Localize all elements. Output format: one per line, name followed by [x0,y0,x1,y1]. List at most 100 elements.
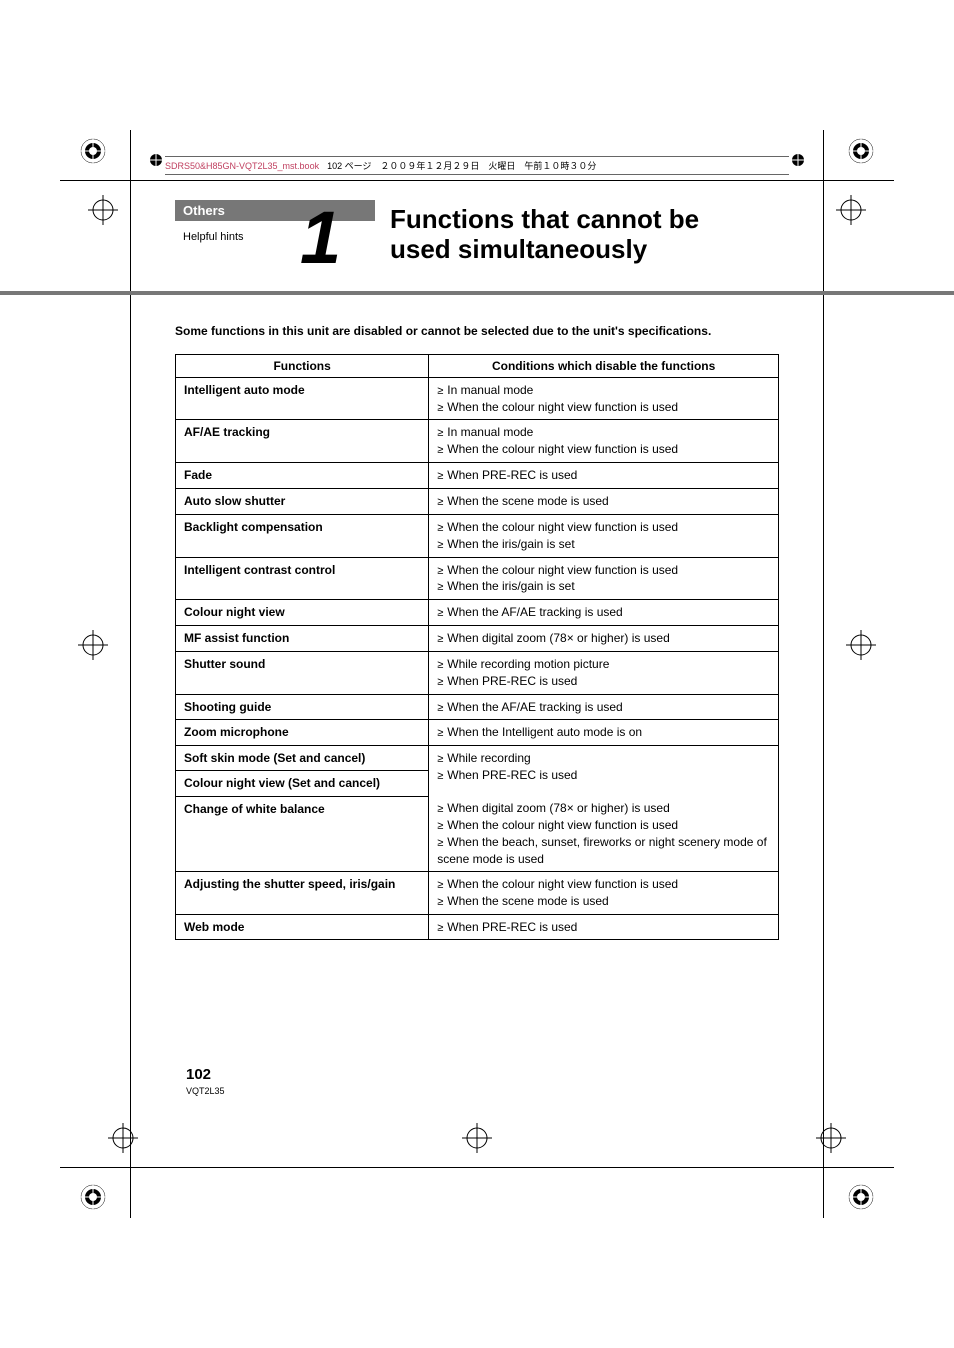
condition-item: When the colour night view function is u… [437,562,770,579]
condition-item: When PRE-REC is used [437,919,770,936]
table-row: Adjusting the shutter speed, iris/gain Wh… [176,871,779,914]
print-header: SDRS50&H85GN-VQT2L35_mst.book 102 ページ ２０… [165,156,789,175]
table-cell-func: Zoom microphone [176,720,429,746]
table-cell-func: Fade [176,463,429,489]
title-line-1: Functions that cannot be [390,204,699,234]
reg-small-l [148,152,164,168]
chapter-number: 1 [300,195,339,280]
condition-item: When the scene mode is used [437,493,770,510]
table-cell-cond: While recordingWhen PRE-REC is used [429,746,779,796]
reg-mark-bl2 [108,1123,138,1153]
table-cell-func: Backlight compensation [176,514,429,557]
th-functions: Functions [176,354,429,377]
reg-mark-tr2 [836,195,866,225]
table-cell-cond: When the Intelligent auto mode is on [429,720,779,746]
table-cell-cond: In manual modeWhen the colour night view… [429,377,779,420]
header-filename: SDRS50&H85GN-VQT2L35_mst.book [165,161,319,171]
page-title: Functions that cannot be used simultaneo… [390,205,699,265]
table-row: Change of white balance When digital zoom… [176,796,779,871]
table-cell-cond: When PRE-REC is used [429,914,779,940]
condition-item: When the iris/gain is set [437,536,770,553]
table-cell-cond: When the AF/AE tracking is used [429,694,779,720]
condition-item: When the colour night view function is u… [437,441,770,458]
condition-item: When the colour night view function is u… [437,817,770,834]
table-cell-func: Colour night view [176,600,429,626]
table-cell-func: AF/AE tracking [176,420,429,463]
condition-item: In manual mode [437,382,770,399]
title-line-2: used simultaneously [390,234,647,264]
table-cell-func: Shutter sound [176,651,429,694]
doc-code: VQT2L35 [186,1086,225,1096]
reg-mark-bl [78,1182,108,1212]
table-row: Auto slow shutter When the scene mode is … [176,489,779,515]
table-row: Intelligent contrast control When the col… [176,557,779,600]
reg-small-r [790,152,806,168]
reg-mark-tl2 [88,195,118,225]
condition-item: When the scene mode is used [437,893,770,910]
table-row: Web mode When PRE-REC is used [176,914,779,940]
table-row: AF/AE trackingIn manual modeWhen the col… [176,420,779,463]
intro-text: Some functions in this unit are disabled… [175,323,779,340]
table-row: Intelligent auto modeIn manual modeWhen … [176,377,779,420]
reg-mark-bc [462,1123,492,1153]
condition-item: When digital zoom (78× or higher) is use… [437,630,770,647]
table-cell-cond: When the colour night view function is u… [429,514,779,557]
condition-item: While recording [437,750,770,767]
table-cell-cond: When digital zoom (78× or higher) is use… [429,796,779,871]
condition-item: When digital zoom (78× or higher) is use… [437,800,770,817]
condition-item: When the beach, sunset, fireworks or nig… [437,834,770,867]
condition-item: When the colour night view function is u… [437,399,770,416]
table-cell-cond: When the colour night view function is u… [429,871,779,914]
table-cell-cond: When digital zoom (78× or higher) is use… [429,626,779,652]
condition-item: While recording motion picture [437,656,770,673]
table-cell-func: Intelligent contrast control [176,557,429,600]
condition-item: When the iris/gain is set [437,578,770,595]
table-cell-func: Soft skin mode (Set and cancel) [176,746,429,771]
condition-item: When the colour night view function is u… [437,876,770,893]
reg-mark-br [846,1182,876,1212]
page-content: Others Helpful hints 1 Functions that ca… [175,200,779,940]
th-conditions: Conditions which disable the functions [429,354,779,377]
table-cell-cond: When the scene mode is used [429,489,779,515]
condition-item: In manual mode [437,424,770,441]
table-cell-cond: In manual modeWhen the colour night view… [429,420,779,463]
condition-item: When the Intelligent auto mode is on [437,724,770,741]
reg-mark-ml [78,630,108,660]
section-header: Others [175,200,375,221]
functions-table: Functions Conditions which disable the f… [175,354,779,941]
reg-mark-tr [846,136,876,166]
table-cell-func: Change of white balance [176,796,429,871]
crop-line [60,180,894,181]
table-cell-func: Adjusting the shutter speed, iris/gain [176,871,429,914]
table-cell-func: Intelligent auto mode [176,377,429,420]
table-row: Shutter soundWhile recording motion pict… [176,651,779,694]
table-row: Backlight compensation When the colour ni… [176,514,779,557]
table-row: Fade When PRE-REC is used [176,463,779,489]
condition-item: When the AF/AE tracking is used [437,604,770,621]
condition-item: When PRE-REC is used [437,767,770,784]
crop-line [60,1167,894,1168]
condition-item: When PRE-REC is used [437,467,770,484]
table-cell-func: Auto slow shutter [176,489,429,515]
table-cell-func: Web mode [176,914,429,940]
condition-item: When PRE-REC is used [437,673,770,690]
table-cell-cond: While recording motion pictureWhen PRE-R… [429,651,779,694]
table-cell-func: MF assist function [176,626,429,652]
table-row: MF assist function When digital zoom (78×… [176,626,779,652]
table-row: Shooting guide When the AF/AE tracking is… [176,694,779,720]
condition-item: When the AF/AE tracking is used [437,699,770,716]
reg-mark-tl [78,136,108,166]
title-underline [0,291,954,295]
table-row: Zoom microphone When the Intelligent auto… [176,720,779,746]
reg-mark-mr [846,630,876,660]
table-cell-cond: When the colour night view function is u… [429,557,779,600]
page-number: 102 [186,1066,211,1083]
condition-item: When the colour night view function is u… [437,519,770,536]
table-cell-func: Colour night view (Set and cancel) [176,771,429,796]
table-row: Colour night view When the AF/AE tracking… [176,600,779,626]
reg-mark-br2 [816,1123,846,1153]
table-cell-func: Shooting guide [176,694,429,720]
table-cell-cond: When the AF/AE tracking is used [429,600,779,626]
table-cell-cond: When PRE-REC is used [429,463,779,489]
header-meta: 102 ページ ２００９年１２月２９日 火曜日 午前１０時３０分 [327,159,596,172]
